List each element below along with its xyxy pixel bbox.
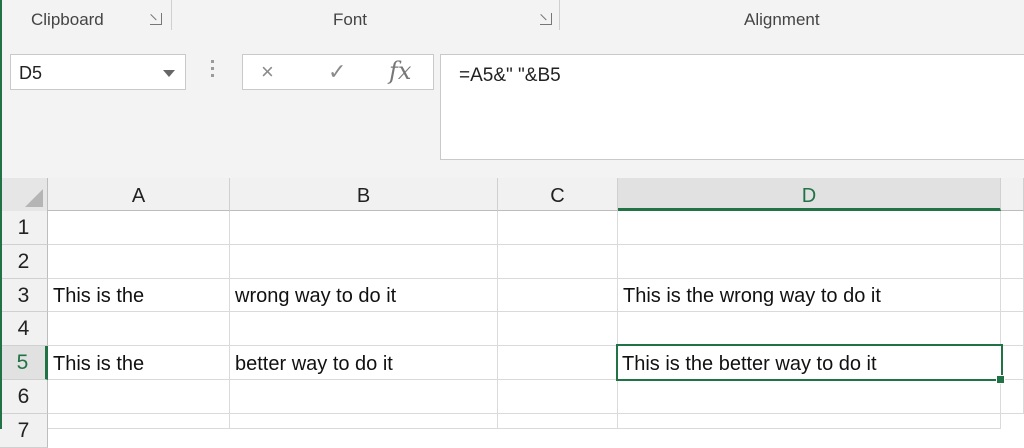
cell-d6[interactable] [618,380,1001,414]
cell-a4[interactable] [48,312,230,346]
cell-c2[interactable] [498,245,618,279]
row-header-7[interactable]: 7 [0,414,48,448]
cell-b2[interactable] [230,245,498,279]
cell-c4[interactable] [498,312,618,346]
cell-c5[interactable] [498,346,618,380]
row-header-5[interactable]: 5 [0,346,48,380]
name-box-value: D5 [19,63,43,83]
window-edge [0,0,2,429]
cell-d1[interactable] [618,211,1001,245]
column-header-d[interactable]: D [618,178,1001,211]
row-header-4[interactable]: 4 [0,312,48,346]
resize-handle-icon[interactable] [211,60,215,84]
cell-e6[interactable] [1001,380,1024,414]
cell-c3[interactable] [498,279,618,312]
cell-a5[interactable]: This is the [48,346,230,380]
group-separator [171,0,172,30]
alignment-group-label: Alignment [744,10,820,29]
column-header-b[interactable]: B [230,178,498,211]
cell-a3[interactable]: This is the [48,279,230,312]
cell-d7[interactable] [618,414,1001,429]
column-header-c[interactable]: C [498,178,618,211]
formula-bar: D5 × ✓ fx =A5&" "&B5 [0,38,1024,178]
formula-buttons: × ✓ fx [242,54,434,90]
cell-a1[interactable] [48,211,230,245]
chevron-down-icon[interactable] [163,70,175,77]
cell-c7[interactable] [498,414,618,429]
cell-b5[interactable]: better way to do it [230,346,498,380]
cell-d3[interactable]: This is the wrong way to do it [618,279,1001,312]
cell-b7[interactable] [230,414,498,429]
worksheet-grid: A B C D 1 2 3 4 5 6 7 This is the wrong … [0,178,1024,448]
row-header-6[interactable]: 6 [0,380,48,414]
cell-a6[interactable] [48,380,230,414]
cell-b3[interactable]: wrong way to do it [230,279,498,312]
cell-d4[interactable] [618,312,1001,346]
cell-e2[interactable] [1001,245,1024,279]
fill-handle[interactable] [996,375,1005,384]
column-header-a[interactable]: A [48,178,230,211]
formula-input[interactable]: =A5&" "&B5 [440,54,1024,160]
cell-b1[interactable] [230,211,498,245]
enter-icon[interactable]: ✓ [328,61,346,83]
cell-c1[interactable] [498,211,618,245]
cell-e4[interactable] [1001,312,1024,346]
cell-a2[interactable] [48,245,230,279]
cell-b4[interactable] [230,312,498,346]
cell-d5-active[interactable]: This is the better way to do it [616,344,1003,381]
cell-d2[interactable] [618,245,1001,279]
cell-b6[interactable] [230,380,498,414]
row-header-3[interactable]: 3 [0,279,48,312]
cancel-icon[interactable]: × [261,61,274,83]
row-header-1[interactable]: 1 [0,211,48,245]
cell-c6[interactable] [498,380,618,414]
name-box[interactable]: D5 [10,54,186,90]
cell-a7[interactable] [48,414,230,429]
clipboard-dialog-launcher-icon[interactable] [150,13,162,25]
row-header-2[interactable]: 2 [0,245,48,279]
cell-e3[interactable] [1001,279,1024,312]
column-header-e[interactable] [1001,178,1024,211]
ribbon-group-bar: Clipboard Font Alignment [0,0,1024,39]
formula-text: =A5&" "&B5 [459,65,561,86]
clipboard-group-label: Clipboard [31,10,104,29]
cell-e5[interactable] [1003,346,1024,380]
group-separator [559,0,560,30]
font-dialog-launcher-icon[interactable] [540,13,552,25]
font-group-label: Font [333,10,368,29]
insert-function-icon[interactable]: fx [389,59,411,83]
cell-e1[interactable] [1001,211,1024,245]
select-all-button[interactable] [0,178,48,211]
